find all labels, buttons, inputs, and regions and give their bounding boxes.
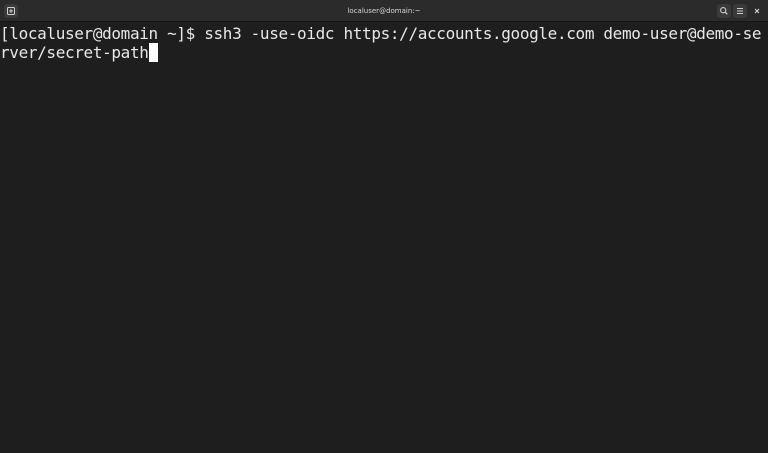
close-icon	[754, 8, 760, 14]
terminal-window: localuser@domain:~ [localuser@domain ~]$…	[0, 0, 768, 453]
hamburger-menu-icon	[737, 8, 743, 14]
search-button[interactable]	[717, 4, 731, 18]
close-button[interactable]	[750, 4, 764, 18]
menu-button[interactable]	[733, 4, 747, 18]
terminal-line-text: rver/secret-path	[0, 43, 149, 62]
title-bar: localuser@domain:~	[0, 0, 768, 22]
text-cursor	[148, 43, 158, 62]
terminal-line-text: [localuser@domain ~]$ ssh3 -use-oidc htt…	[0, 24, 762, 43]
terminal-scrollbar[interactable]	[762, 22, 768, 453]
terminal-line: [localuser@domain ~]$ ssh3 -use-oidc htt…	[0, 23, 762, 44]
terminal-output[interactable]: [localuser@domain ~]$ ssh3 -use-oidc htt…	[0, 22, 768, 453]
search-icon	[720, 7, 728, 15]
window-title: localuser@domain:~	[347, 7, 421, 15]
terminal-line: rver/secret-path	[0, 42, 158, 63]
